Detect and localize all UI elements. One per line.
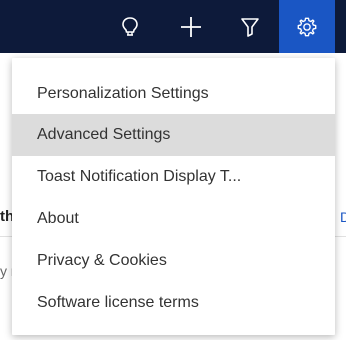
settings-button[interactable] — [279, 0, 335, 53]
settings-menu: Personalization Settings Advanced Settin… — [12, 58, 335, 335]
filter-icon — [241, 17, 259, 37]
menu-item-privacy-cookies[interactable]: Privacy & Cookies — [12, 240, 335, 282]
new-button[interactable] — [163, 0, 219, 53]
lightbulb-icon — [122, 16, 138, 36]
top-navigation-bar — [0, 0, 346, 53]
lightbulb-button[interactable] — [102, 0, 158, 53]
filter-button[interactable] — [222, 0, 278, 53]
menu-item-software-license-terms[interactable]: Software license terms — [12, 282, 335, 324]
menu-item-about[interactable]: About — [12, 198, 335, 240]
background-link-fragment: D — [340, 209, 346, 225]
plus-icon — [181, 16, 201, 37]
menu-item-advanced-settings[interactable]: Advanced Settings — [12, 114, 335, 156]
menu-item-toast-notification-display[interactable]: Toast Notification Display T... — [12, 156, 335, 198]
menu-item-personalization-settings[interactable]: Personalization Settings — [12, 73, 335, 115]
gear-icon — [297, 17, 317, 36]
